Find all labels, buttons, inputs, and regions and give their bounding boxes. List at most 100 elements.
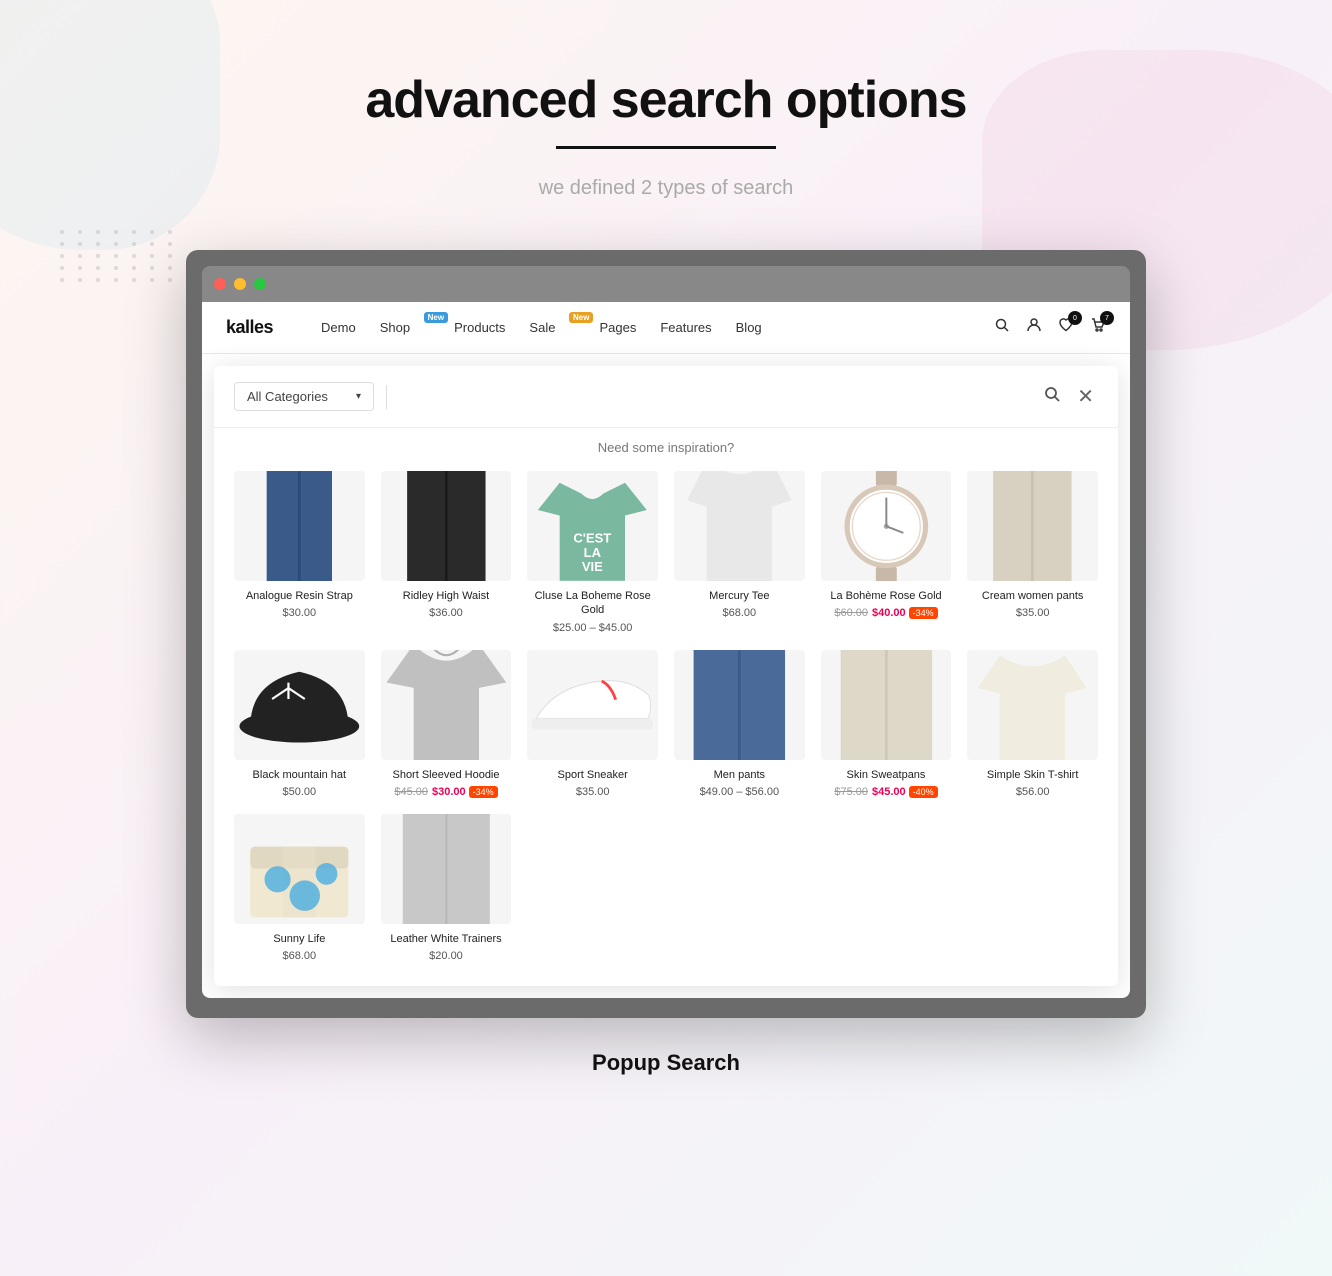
product-card[interactable]: Cream women pants $35.00: [959, 463, 1106, 642]
product-name: Analogue Resin Strap: [234, 589, 365, 603]
product-image: [527, 650, 658, 760]
product-name: Black mountain hat: [234, 768, 365, 782]
nav-icons: 0 7: [994, 317, 1106, 338]
price-sale: $30.00: [432, 786, 466, 798]
product-image: [967, 471, 1098, 581]
price-original: $45.00: [394, 786, 428, 798]
product-price: $25.00 – $45.00: [527, 622, 658, 634]
product-card[interactable]: Leather White Trainers $20.00: [373, 806, 520, 970]
browser-dot-red: [214, 278, 226, 290]
product-price: $50.00: [234, 786, 365, 798]
product-price: $68.00: [234, 950, 365, 962]
store-window: kalles Demo Shop New Products Sale New: [202, 302, 1130, 998]
product-name: Sunny Life: [234, 932, 365, 946]
nav-badge-new-sale: New: [569, 312, 593, 323]
svg-text:LA: LA: [584, 544, 602, 559]
close-icon[interactable]: ✕: [1073, 380, 1098, 413]
wishlist-icon[interactable]: 0: [1058, 317, 1074, 338]
user-icon[interactable]: [1026, 317, 1042, 338]
search-icon[interactable]: [994, 317, 1010, 338]
product-name: Skin Sweatpans: [821, 768, 952, 782]
product-card[interactable]: Skin Sweatpans $75.00$45.00-40%: [813, 642, 960, 806]
product-price: $60.00$40.00-34%: [821, 607, 952, 619]
product-card[interactable]: Mercury Tee $68.00: [666, 463, 813, 642]
product-card[interactable]: Simple Skin T-shirt $56.00: [959, 642, 1106, 806]
product-image: [381, 814, 512, 924]
product-name: Short Sleeved Hoodie: [381, 768, 512, 782]
product-grid: Analogue Resin Strap $30.00 Ridley High W…: [214, 463, 1118, 986]
product-image: [674, 471, 805, 581]
browser-dot-yellow: [234, 278, 246, 290]
svg-text:VIE: VIE: [582, 559, 603, 574]
nav-link-shop[interactable]: Shop New: [380, 320, 430, 335]
product-name: La Bohème Rose Gold: [821, 589, 952, 603]
product-card[interactable]: Analogue Resin Strap $30.00: [226, 463, 373, 642]
categories-dropdown[interactable]: All Categories ▾: [234, 382, 374, 411]
price-badge: -40%: [909, 786, 938, 798]
product-name: Cluse La Boheme Rose Gold: [527, 589, 658, 618]
product-card[interactable]: Sunny Life $68.00: [226, 806, 373, 970]
product-price: $35.00: [967, 607, 1098, 619]
product-price: $49.00 – $56.00: [674, 786, 805, 798]
nav-link-blog[interactable]: Blog: [736, 320, 762, 335]
product-name: Simple Skin T-shirt: [967, 768, 1098, 782]
product-image: [821, 650, 952, 760]
browser-mockup: kalles Demo Shop New Products Sale New: [186, 250, 1146, 1018]
nav-link-products[interactable]: Products: [454, 320, 505, 335]
nav-link-sale[interactable]: Sale New: [529, 320, 575, 335]
svg-text:C'EST: C'EST: [574, 530, 612, 545]
product-image: [381, 650, 512, 760]
product-image: [234, 814, 365, 924]
nav-link-features[interactable]: Features: [660, 320, 711, 335]
product-image: [381, 471, 512, 581]
page-title: advanced search options: [365, 70, 966, 130]
price-original: $60.00: [834, 607, 868, 619]
product-price: $20.00: [381, 950, 512, 962]
product-card[interactable]: Black mountain hat $50.00: [226, 642, 373, 806]
price-badge: -34%: [469, 786, 498, 798]
product-image: [674, 650, 805, 760]
product-price: $56.00: [967, 786, 1098, 798]
product-price: $35.00: [527, 786, 658, 798]
product-card[interactable]: Ridley High Waist $36.00: [373, 463, 520, 642]
search-input[interactable]: [399, 385, 1031, 409]
browser-dot-green: [254, 278, 266, 290]
product-card[interactable]: Sport Sneaker$35.00: [519, 642, 666, 806]
product-card[interactable]: Short Sleeved Hoodie $45.00 $30.00-34%: [373, 642, 520, 806]
search-divider: [386, 385, 387, 409]
cart-icon[interactable]: 7: [1090, 317, 1106, 338]
product-name: Mercury Tee: [674, 589, 805, 603]
product-image: [821, 471, 952, 581]
page-subtitle: we defined 2 types of search: [539, 177, 794, 200]
search-modal: All Categories ▾ ✕ Need some in: [214, 366, 1118, 986]
nav-link-pages[interactable]: Pages: [599, 320, 636, 335]
product-price: $30.00: [234, 607, 365, 619]
nav-links: Demo Shop New Products Sale New Pages: [321, 320, 994, 335]
product-image: [967, 650, 1098, 760]
popup-label: Popup Search: [592, 1050, 740, 1076]
title-underline: [556, 146, 776, 149]
product-price: $45.00 $30.00-34%: [381, 786, 512, 798]
product-name: Cream women pants: [967, 589, 1098, 603]
nav-logo: kalles: [226, 317, 273, 338]
price-sale: $40.00: [872, 607, 906, 619]
product-image: [234, 471, 365, 581]
cart-count: 7: [1100, 311, 1114, 325]
product-name: Leather White Trainers: [381, 932, 512, 946]
product-card[interactable]: C'EST LA VIE Cluse La Boheme Rose Gold $2…: [519, 463, 666, 642]
product-card[interactable]: La Bohème Rose Gold$60.00$40.00-34%: [813, 463, 960, 642]
product-card[interactable]: Men pants$49.00 – $56.00: [666, 642, 813, 806]
search-input-wrap: [399, 385, 1031, 409]
search-submit-icon[interactable]: [1043, 385, 1061, 408]
product-price: $68.00: [674, 607, 805, 619]
price-sale: $45.00: [872, 786, 906, 798]
nav-badge-new-shop: New: [424, 312, 448, 323]
product-price: $75.00$45.00-40%: [821, 786, 952, 798]
product-name: Ridley High Waist: [381, 589, 512, 603]
search-inspiration: Need some inspiration?: [214, 428, 1118, 463]
nav-link-demo[interactable]: Demo: [321, 320, 356, 335]
product-image: C'EST LA VIE: [527, 471, 658, 581]
product-price: $36.00: [381, 607, 512, 619]
browser-bar: [202, 266, 1130, 302]
product-image: [234, 650, 365, 760]
